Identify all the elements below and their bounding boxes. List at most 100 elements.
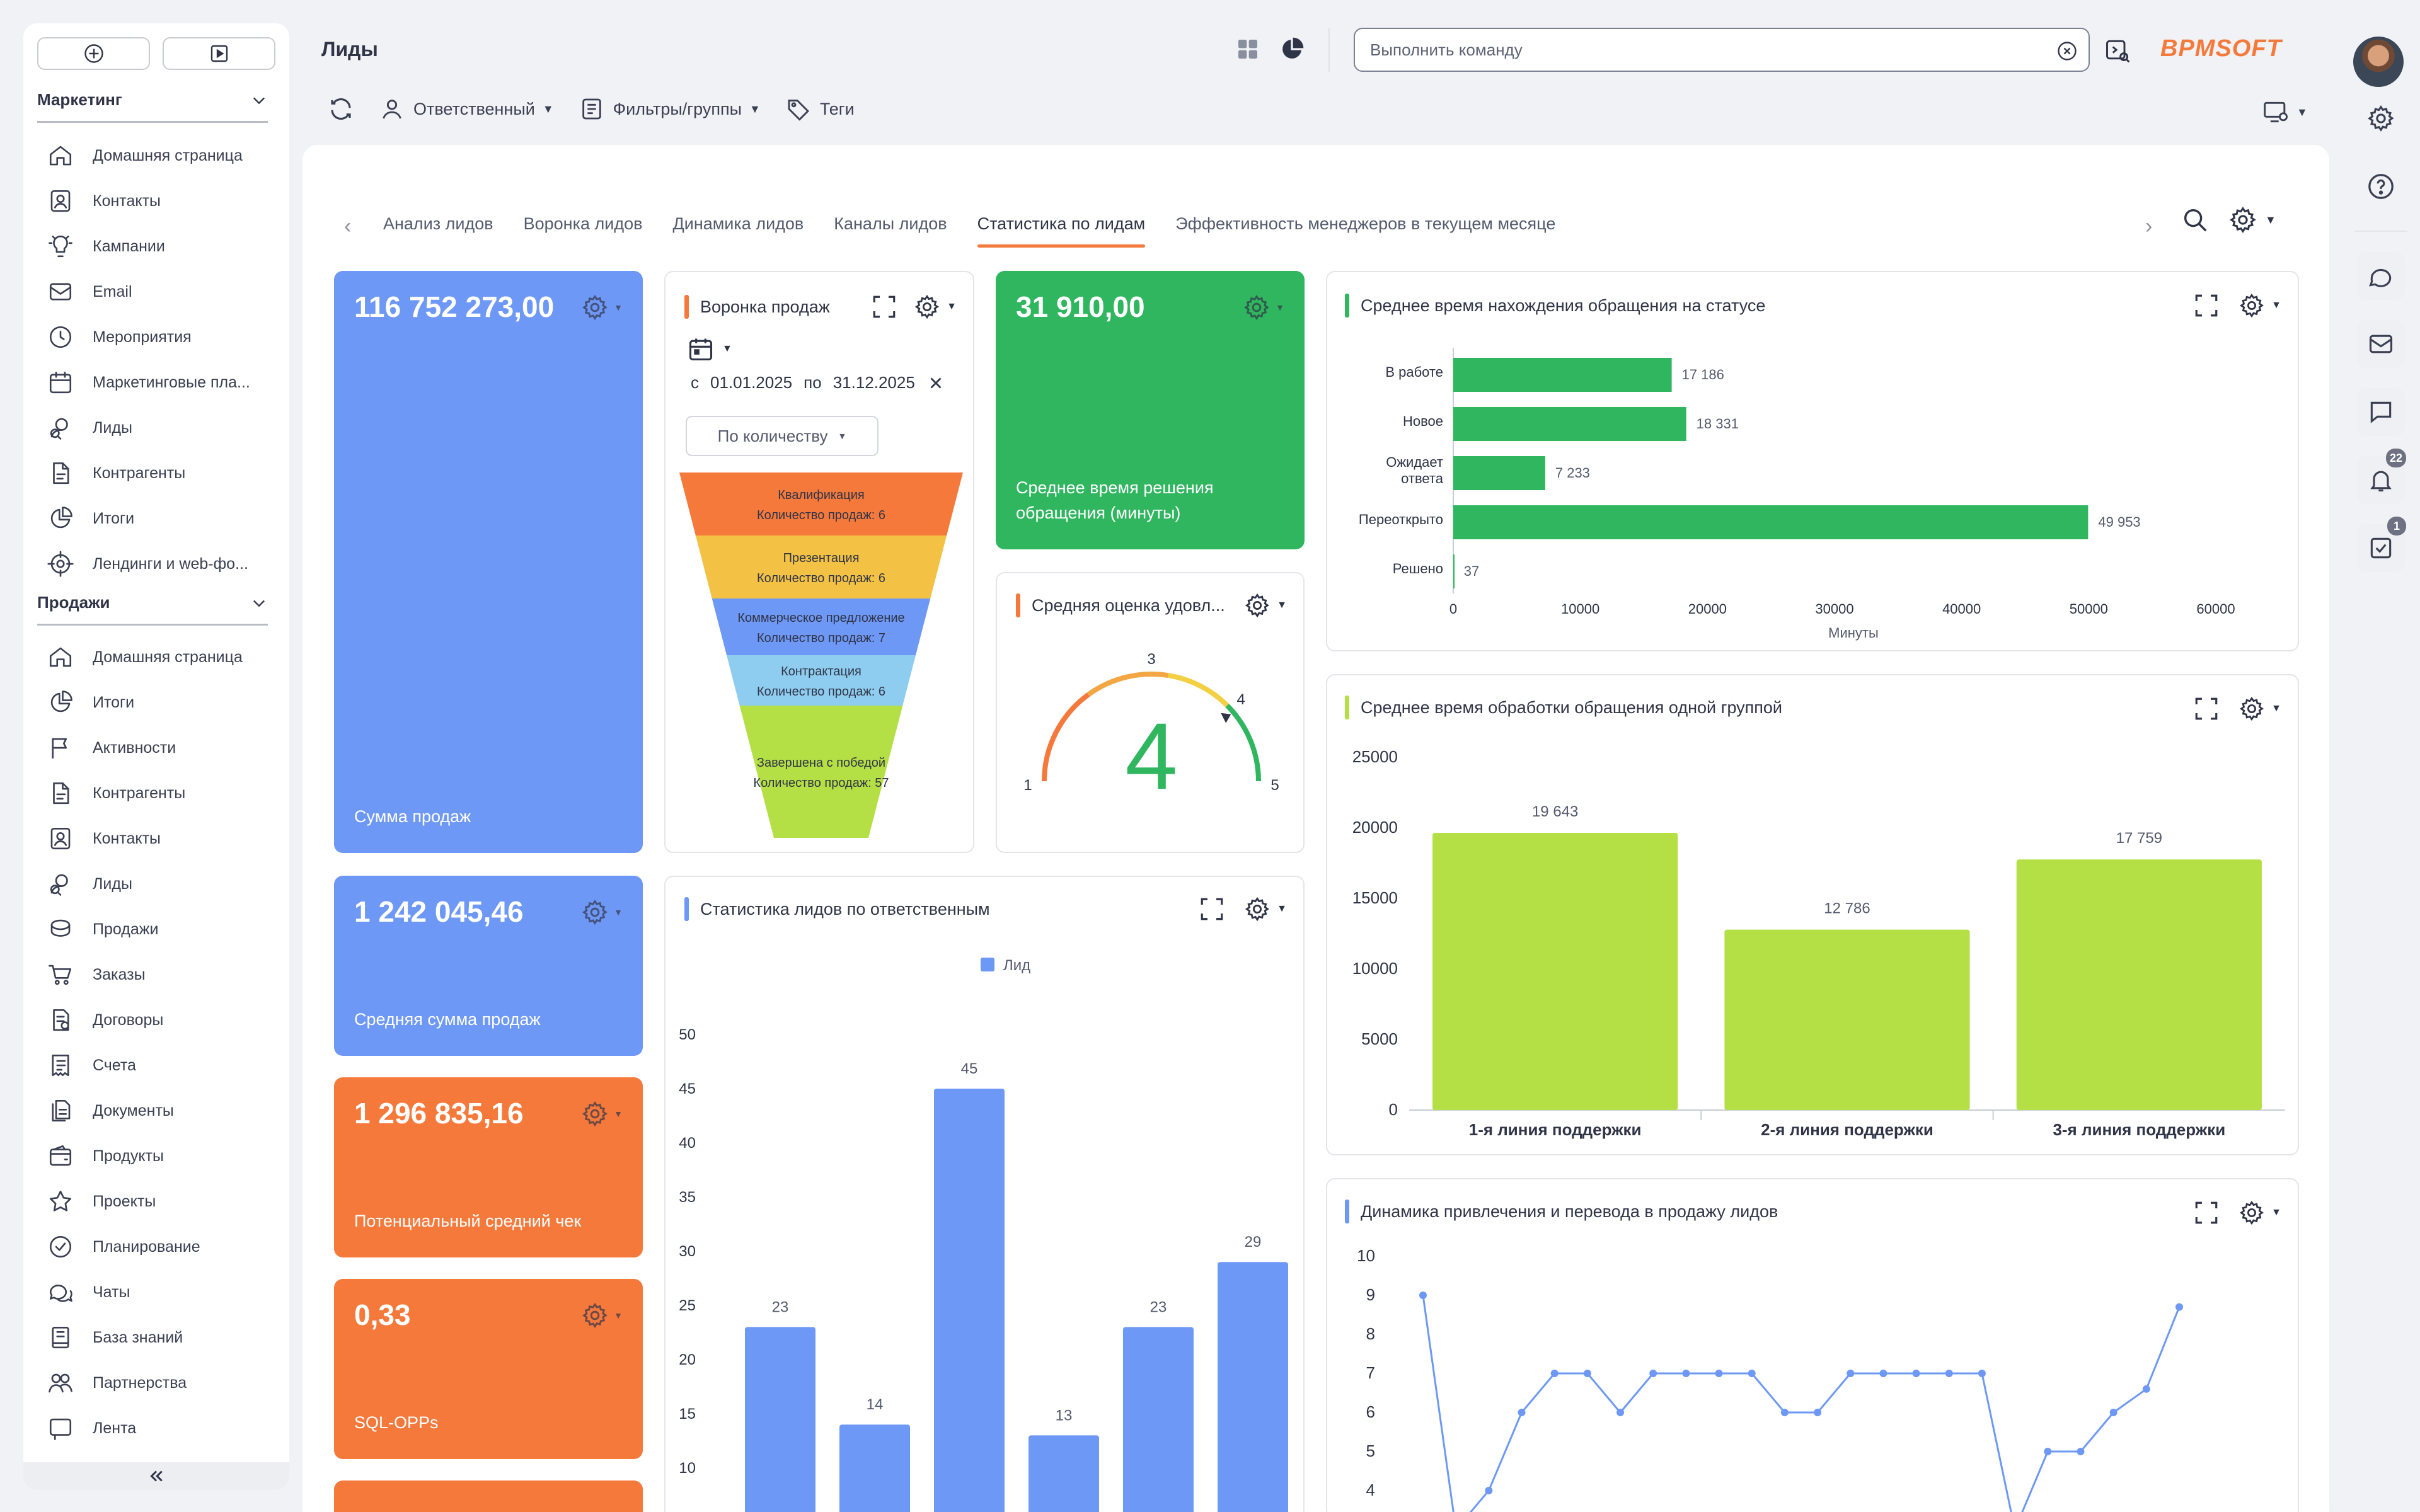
sidebar-item-pie[interactable]: Итоги: [23, 680, 289, 725]
avatar[interactable]: [2353, 37, 2404, 87]
funnel-stage-name: Контрактация: [781, 665, 861, 679]
grid-view-icon[interactable]: [1235, 37, 1260, 62]
clear-date-icon[interactable]: [926, 374, 945, 392]
data-point: [1715, 1370, 1723, 1377]
expand-icon[interactable]: [1199, 896, 1225, 922]
date-from[interactable]: 01.01.2025: [710, 373, 792, 392]
tags-button[interactable]: Теги: [786, 96, 855, 122]
sidebar-item-home[interactable]: Домашняя страница: [23, 133, 289, 178]
sidebar-item-mail[interactable]: Email: [23, 269, 289, 314]
sidebar-item-coins[interactable]: Продажи: [23, 907, 289, 952]
settings-button[interactable]: [2357, 94, 2405, 142]
bar: [1123, 1327, 1194, 1512]
owner-filter-button[interactable]: Ответственный ▼: [379, 96, 554, 122]
gear-icon[interactable]: [1244, 896, 1270, 922]
sidebar-item-docs[interactable]: Документы: [23, 1088, 289, 1133]
sidebar-item-clock[interactable]: Мероприятия: [23, 314, 289, 360]
tick-label: 50000: [2070, 601, 2108, 617]
sidebar-item-chat[interactable]: Чаты: [23, 1269, 289, 1315]
value-label: 7 233: [1555, 465, 1590, 481]
add-button[interactable]: [37, 37, 150, 70]
sidebar-item-wallet[interactable]: Продукты: [23, 1133, 289, 1179]
sidebar-item-target[interactable]: Лендинги и web-фо...: [23, 541, 289, 587]
sidebar-item-star[interactable]: Проекты: [23, 1179, 289, 1224]
sidebar-item-lead[interactable]: Лиды: [23, 405, 289, 450]
gear-icon[interactable]: [2238, 292, 2265, 319]
play-button[interactable]: [163, 37, 275, 70]
search-icon[interactable]: [2181, 205, 2210, 234]
sidebar-item-document[interactable]: Контрагенты: [23, 450, 289, 496]
filters-button[interactable]: Фильтры/группы ▼: [579, 96, 761, 122]
tabs-settings-icon[interactable]: [2228, 205, 2257, 234]
metric-sales-sum[interactable]: 116 752 273,00 Сумма продаж ▼: [334, 271, 643, 853]
tab-3[interactable]: Динамика лидов: [672, 205, 804, 248]
notifications-button[interactable]: 22: [2357, 449, 2406, 504]
tab-5[interactable]: Статистика по лидам: [977, 205, 1145, 248]
gear-icon[interactable]: [2238, 696, 2265, 722]
expand-icon[interactable]: [2193, 696, 2220, 722]
email-button[interactable]: [2357, 320, 2405, 368]
refresh-icon[interactable]: [328, 96, 354, 122]
sidebar-item-bulb[interactable]: Кампании: [23, 224, 289, 269]
sidebar-item-book[interactable]: База знаний: [23, 1315, 289, 1360]
sidebar-item-home[interactable]: Домашняя страница: [23, 634, 289, 680]
help-button[interactable]: [2357, 163, 2405, 210]
date-to[interactable]: 31.12.2025: [833, 373, 915, 392]
sidebar-item-check-circle[interactable]: Планирование: [23, 1224, 289, 1269]
sidebar-item-pie[interactable]: Итоги: [23, 496, 289, 541]
expand-icon[interactable]: [2193, 1200, 2220, 1226]
axis-label: Минуты: [1828, 625, 1879, 641]
gear-icon[interactable]: [2238, 1200, 2265, 1226]
mode-select[interactable]: По количеству ▼: [686, 416, 879, 456]
date-picker-button[interactable]: ▼: [687, 335, 732, 363]
tabs-prev-icon[interactable]: ‹: [344, 214, 351, 239]
clear-icon[interactable]: [2056, 40, 2078, 62]
sidebar-item-flag[interactable]: Активности: [23, 725, 289, 770]
command-search-icon[interactable]: [2104, 37, 2131, 64]
command-input[interactable]: [1370, 40, 2025, 60]
metric-settings-button[interactable]: ▼: [581, 294, 623, 321]
sidebar-item-feed[interactable]: Лента: [23, 1406, 289, 1451]
sidebar-item-cart[interactable]: Заказы: [23, 952, 289, 997]
metric-avg-sales[interactable]: 1 242 045,46 Средняя сумма продаж ▼: [334, 876, 643, 1056]
caret-down-icon: ▼: [2296, 105, 2308, 118]
metric-settings-button[interactable]: ▼: [1243, 294, 1284, 321]
sidebar-item-contact[interactable]: Контакты: [23, 178, 289, 224]
sidebar-item-contract[interactable]: Договоры: [23, 997, 289, 1043]
metric-resolve-time[interactable]: 31 910,00 Среднее время решения обращени…: [996, 271, 1305, 549]
tabs-next-icon[interactable]: ›: [2145, 214, 2152, 239]
tab-4[interactable]: Каналы лидов: [834, 205, 947, 248]
metric-avg-check[interactable]: 1 296 835,16 Потенциальный средний чек ▼: [334, 1077, 643, 1257]
metric-sql-opps[interactable]: 0,33 SQL-OPPs ▼: [334, 1279, 643, 1459]
gear-icon[interactable]: [914, 294, 940, 320]
sidebar-item-invoice[interactable]: Счета: [23, 1043, 289, 1088]
sidebar-item-lead[interactable]: Лиды: [23, 861, 289, 907]
sidebar-item-partners[interactable]: Партнерства: [23, 1360, 289, 1406]
tab-6[interactable]: Эффективность менеджеров в текущем месяц…: [1175, 205, 1555, 248]
dashboard-view-icon[interactable]: [1279, 37, 1305, 62]
sidebar-item-document[interactable]: Контрагенты: [23, 770, 289, 816]
expand-icon[interactable]: [2193, 292, 2220, 319]
metric-card-partial[interactable]: [334, 1480, 643, 1512]
command-bar[interactable]: [1354, 28, 2090, 72]
chats-button[interactable]: [2357, 252, 2405, 300]
metric-settings-button[interactable]: ▼: [581, 1302, 623, 1329]
category-label: 1-я линия поддержки: [1469, 1120, 1642, 1139]
metric-settings-button[interactable]: ▼: [581, 1100, 623, 1128]
target-icon: [46, 549, 75, 578]
messages-button[interactable]: [2357, 388, 2405, 436]
tab-1[interactable]: Анализ лидов: [383, 205, 493, 248]
data-point: [1616, 1409, 1625, 1416]
tab-2[interactable]: Воронка лидов: [524, 205, 643, 248]
section-marketing[interactable]: Маркетинг: [37, 90, 268, 123]
tasks-button[interactable]: 1: [2357, 517, 2406, 572]
sidebar-item-calendar[interactable]: Маркетинговые пла...: [23, 360, 289, 405]
sidebar-item-contact[interactable]: Контакты: [23, 816, 289, 861]
expand-icon[interactable]: [871, 294, 897, 320]
gear-icon[interactable]: [1244, 592, 1270, 619]
collapse-sidebar-button[interactable]: [23, 1462, 289, 1490]
metric-settings-button[interactable]: ▼: [581, 898, 623, 926]
display-settings-button[interactable]: ▼: [2262, 98, 2308, 126]
section-sales[interactable]: Продажи: [37, 593, 268, 626]
sidebar-item-label: Заказы: [93, 965, 146, 983]
